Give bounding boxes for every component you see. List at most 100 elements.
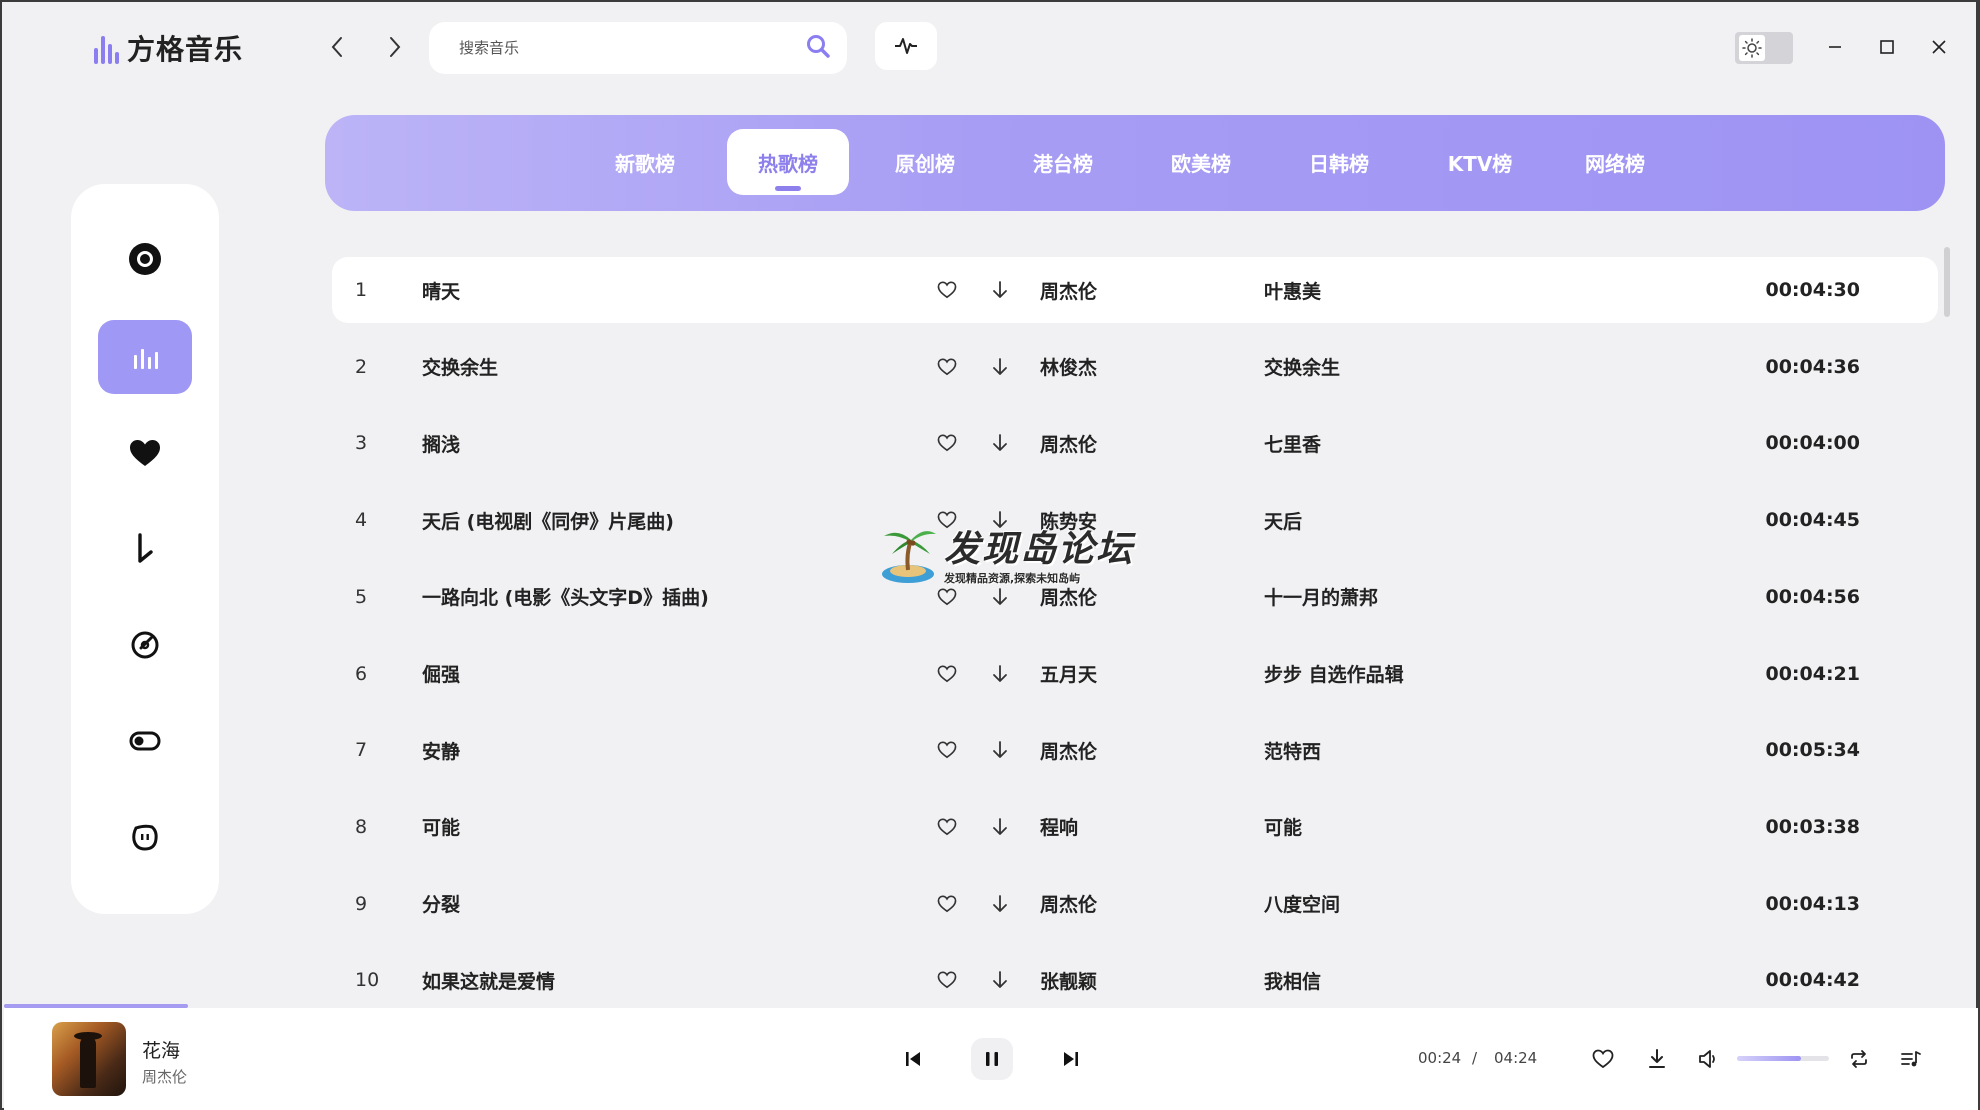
volume-icon: [1699, 1050, 1715, 1068]
table-row[interactable]: 1 晴天 周杰伦 叶惠美 00:04:30: [332, 257, 1938, 323]
song-album[interactable]: 天后: [1264, 507, 1302, 534]
volume-button[interactable]: [1696, 1046, 1722, 1072]
table-row[interactable]: 6 倔强 五月天 步步 自选作品辑 00:04:21: [332, 641, 1938, 707]
playlist-button[interactable]: [1898, 1046, 1924, 1072]
song-title[interactable]: 分裂: [422, 890, 460, 917]
song-title[interactable]: 交换余生: [422, 353, 498, 380]
song-artist[interactable]: 五月天: [1040, 660, 1097, 687]
back-button[interactable]: [322, 32, 352, 62]
song-number: 5: [355, 585, 368, 608]
song-artist[interactable]: 周杰伦: [1040, 737, 1097, 764]
song-title[interactable]: 晴天: [422, 277, 460, 304]
sidebar-item-downloads[interactable]: [98, 512, 192, 586]
song-album[interactable]: 交换余生: [1264, 353, 1340, 380]
song-title[interactable]: 如果这就是爱情: [422, 967, 555, 994]
download-icon[interactable]: [988, 431, 1012, 455]
sidebar-item-charts[interactable]: [98, 320, 192, 394]
playlist-icon: [1901, 1051, 1921, 1067]
sidebar-item-settings[interactable]: [98, 704, 192, 778]
search-input[interactable]: [459, 39, 805, 57]
table-row[interactable]: 9 分裂 周杰伦 八度空间 00:04:13: [332, 871, 1938, 937]
volume-slider[interactable]: [1737, 1056, 1829, 1061]
heart-icon[interactable]: [935, 815, 959, 839]
tab-ktv[interactable]: KTV榜: [1425, 129, 1535, 195]
download-icon[interactable]: [988, 585, 1012, 609]
song-album[interactable]: 叶惠美: [1264, 277, 1321, 304]
sidebar-item-about[interactable]: [98, 800, 192, 874]
table-row[interactable]: 7 安静 周杰伦 范特西 00:05:34: [332, 717, 1938, 783]
previous-button[interactable]: [892, 1038, 934, 1080]
sidebar-item-favorites[interactable]: [98, 416, 192, 490]
download-button[interactable]: [1644, 1046, 1670, 1072]
song-album[interactable]: 十一月的萧邦: [1264, 583, 1378, 610]
song-artist[interactable]: 程响: [1040, 813, 1078, 840]
table-row[interactable]: 2 交换余生 林俊杰 交换余生 00:04:36: [332, 334, 1938, 400]
tab-new[interactable]: 新歌榜: [595, 129, 695, 195]
pause-button[interactable]: [971, 1038, 1013, 1080]
close-button[interactable]: [1922, 30, 1956, 64]
maximize-button[interactable]: [1870, 30, 1904, 64]
song-artist[interactable]: 林俊杰: [1040, 353, 1097, 380]
repeat-button[interactable]: [1846, 1046, 1872, 1072]
song-album[interactable]: 七里香: [1264, 430, 1321, 457]
tab-hot[interactable]: 热歌榜: [727, 129, 849, 195]
song-title[interactable]: 搁浅: [422, 430, 460, 457]
table-row[interactable]: 4 天后 (电视剧《同伊》片尾曲) 陈势安 天后 00:04:45: [332, 487, 1938, 553]
tab-network[interactable]: 网络榜: [1565, 129, 1665, 195]
sidebar-item-discover[interactable]: [98, 222, 192, 296]
like-button[interactable]: [1590, 1046, 1616, 1072]
table-row[interactable]: 10 如果这就是爱情 张靓颖 我相信 00:04:42: [332, 947, 1938, 1007]
song-title[interactable]: 天后 (电视剧《同伊》片尾曲): [422, 507, 674, 534]
forward-button[interactable]: [380, 32, 410, 62]
tab-jp-kr[interactable]: 日韩榜: [1289, 129, 1389, 195]
table-row[interactable]: 3 搁浅 周杰伦 七里香 00:04:00: [332, 410, 1938, 476]
minimize-button[interactable]: [1818, 30, 1852, 64]
song-artist[interactable]: 周杰伦: [1040, 277, 1097, 304]
song-artist[interactable]: 周杰伦: [1040, 890, 1097, 917]
song-artist[interactable]: 张靓颖: [1040, 967, 1097, 994]
table-row[interactable]: 8 可能 程响 可能 00:03:38: [332, 794, 1938, 860]
song-album[interactable]: 步步 自选作品辑: [1264, 660, 1404, 687]
now-playing-artist: 周杰伦: [142, 1068, 188, 1086]
download-icon[interactable]: [988, 662, 1012, 686]
heart-icon[interactable]: [935, 431, 959, 455]
heart-icon[interactable]: [935, 585, 959, 609]
album-cover[interactable]: [52, 1022, 126, 1096]
theme-toggle[interactable]: [1735, 32, 1793, 64]
heart-icon[interactable]: [935, 738, 959, 762]
download-icon[interactable]: [988, 738, 1012, 762]
song-album[interactable]: 八度空间: [1264, 890, 1340, 917]
audio-visualizer-button[interactable]: [875, 22, 937, 70]
song-title[interactable]: 可能: [422, 813, 460, 840]
download-icon[interactable]: [988, 968, 1012, 992]
song-album[interactable]: 我相信: [1264, 967, 1321, 994]
heart-icon[interactable]: [935, 278, 959, 302]
download-icon[interactable]: [988, 355, 1012, 379]
download-icon[interactable]: [988, 815, 1012, 839]
next-button[interactable]: [1050, 1038, 1092, 1080]
heart-icon[interactable]: [935, 968, 959, 992]
download-icon[interactable]: [988, 278, 1012, 302]
song-title[interactable]: 一路向北 (电影《头文字D》插曲): [422, 583, 709, 610]
watermark-subtitle: 发现精品资源,探索未知岛屿: [944, 572, 1081, 585]
table-row[interactable]: 5 一路向北 (电影《头文字D》插曲) 周杰伦 十一月的萧邦 00:04:56: [332, 564, 1938, 630]
sidebar-item-recent[interactable]: [98, 608, 192, 682]
tab-western[interactable]: 欧美榜: [1151, 129, 1251, 195]
download-icon[interactable]: [988, 892, 1012, 916]
search-icon[interactable]: [805, 33, 831, 63]
tab-original[interactable]: 原创榜: [875, 129, 975, 195]
tab-hk-tw[interactable]: 港台榜: [1013, 129, 1113, 195]
song-title[interactable]: 倔强: [422, 660, 460, 687]
heart-icon[interactable]: [935, 892, 959, 916]
song-album[interactable]: 可能: [1264, 813, 1302, 840]
scrollbar-thumb[interactable]: [1944, 247, 1950, 317]
song-number: 7: [355, 739, 368, 762]
song-album[interactable]: 范特西: [1264, 737, 1321, 764]
song-title[interactable]: 安静: [422, 737, 460, 764]
song-artist[interactable]: 周杰伦: [1040, 430, 1097, 457]
heart-icon[interactable]: [935, 662, 959, 686]
heart-icon[interactable]: [935, 355, 959, 379]
song-artist[interactable]: 周杰伦: [1040, 583, 1097, 610]
logo-icon: [94, 32, 119, 64]
heart-outline-icon: [1592, 1049, 1614, 1069]
